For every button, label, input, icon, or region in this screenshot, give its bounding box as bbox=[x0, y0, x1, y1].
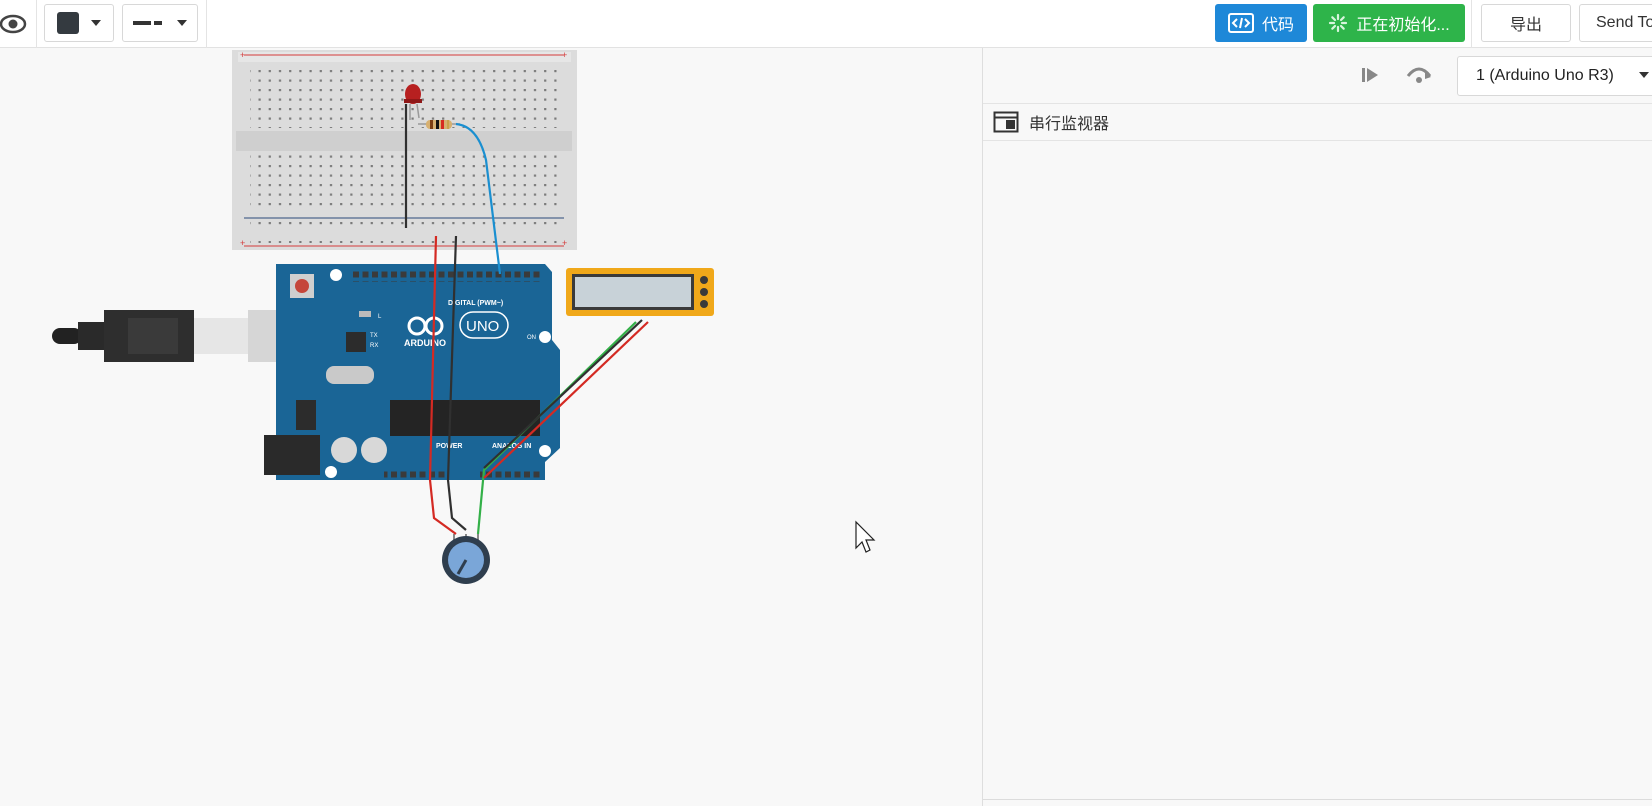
serial-monitor-toggle[interactable]: 串行监视器 bbox=[983, 104, 1652, 141]
circuit-canvas[interactable]: + + + + ARDUINO UNO DIGITAL (PWM~) POWER… bbox=[0, 48, 982, 806]
board-tx-label: TX bbox=[370, 333, 378, 339]
mouse-cursor-icon bbox=[855, 520, 876, 553]
board-on-label: ON bbox=[527, 335, 536, 341]
line-style-button[interactable] bbox=[122, 4, 198, 42]
board-select-value: 1 (Arduino Uno R3) bbox=[1476, 67, 1614, 84]
start-simulation-button[interactable]: 正在初始化... bbox=[1313, 4, 1465, 42]
fill-color-icon bbox=[57, 12, 79, 34]
svg-text:+: + bbox=[562, 50, 567, 60]
board-rx-label: RX bbox=[370, 343, 378, 349]
step-icon[interactable] bbox=[1405, 62, 1433, 86]
line-style-icon bbox=[133, 21, 162, 25]
export-button[interactable]: 导出 bbox=[1481, 4, 1571, 42]
start-simulation-label: 正在初始化... bbox=[1356, 17, 1450, 34]
dropdown-arrow-icon bbox=[177, 20, 187, 26]
board-digital-label: DIGITAL (PWM~) bbox=[448, 300, 503, 307]
dropdown-arrow-icon bbox=[91, 20, 101, 26]
breadboard[interactable]: + + + + bbox=[232, 50, 577, 250]
svg-text:+: + bbox=[240, 238, 245, 248]
simulator-controls: 1 (Arduino Uno R3) bbox=[983, 48, 1652, 104]
eye-icon[interactable] bbox=[0, 10, 28, 38]
restart-icon[interactable] bbox=[1359, 64, 1381, 86]
send-to-button[interactable]: Send To bbox=[1579, 4, 1652, 42]
fill-color-button[interactable] bbox=[44, 4, 114, 42]
board-logo-text: ARDUINO bbox=[404, 338, 446, 348]
board-select[interactable]: 1 (Arduino Uno R3) bbox=[1457, 56, 1652, 96]
board-uno-text: UNO bbox=[466, 318, 499, 335]
code-button[interactable]: 代码 bbox=[1215, 4, 1307, 42]
export-label: 导出 bbox=[1509, 17, 1542, 34]
potentiometer[interactable] bbox=[442, 534, 490, 584]
loading-spinner-icon bbox=[1329, 13, 1348, 33]
simulator-panel: 1 (Arduino Uno R3) 串行监视器 bbox=[982, 48, 1652, 806]
lcd-display[interactable] bbox=[566, 268, 714, 316]
dropdown-arrow-icon[interactable] bbox=[1639, 72, 1649, 78]
serial-monitor-icon bbox=[993, 111, 1019, 133]
send-to-label: Send To bbox=[1596, 14, 1652, 31]
serial-output-area[interactable] bbox=[983, 141, 1652, 799]
serial-monitor-label: 串行监视器 bbox=[1029, 116, 1110, 133]
code-icon bbox=[1227, 13, 1254, 33]
svg-text:+: + bbox=[240, 50, 245, 60]
svg-text:+: + bbox=[562, 238, 567, 248]
top-toolbar: 代码 正在初始化... 导出 Send To bbox=[0, 0, 1652, 48]
panel-bottom-divider bbox=[983, 799, 1652, 806]
code-button-label: 代码 bbox=[1261, 17, 1294, 34]
